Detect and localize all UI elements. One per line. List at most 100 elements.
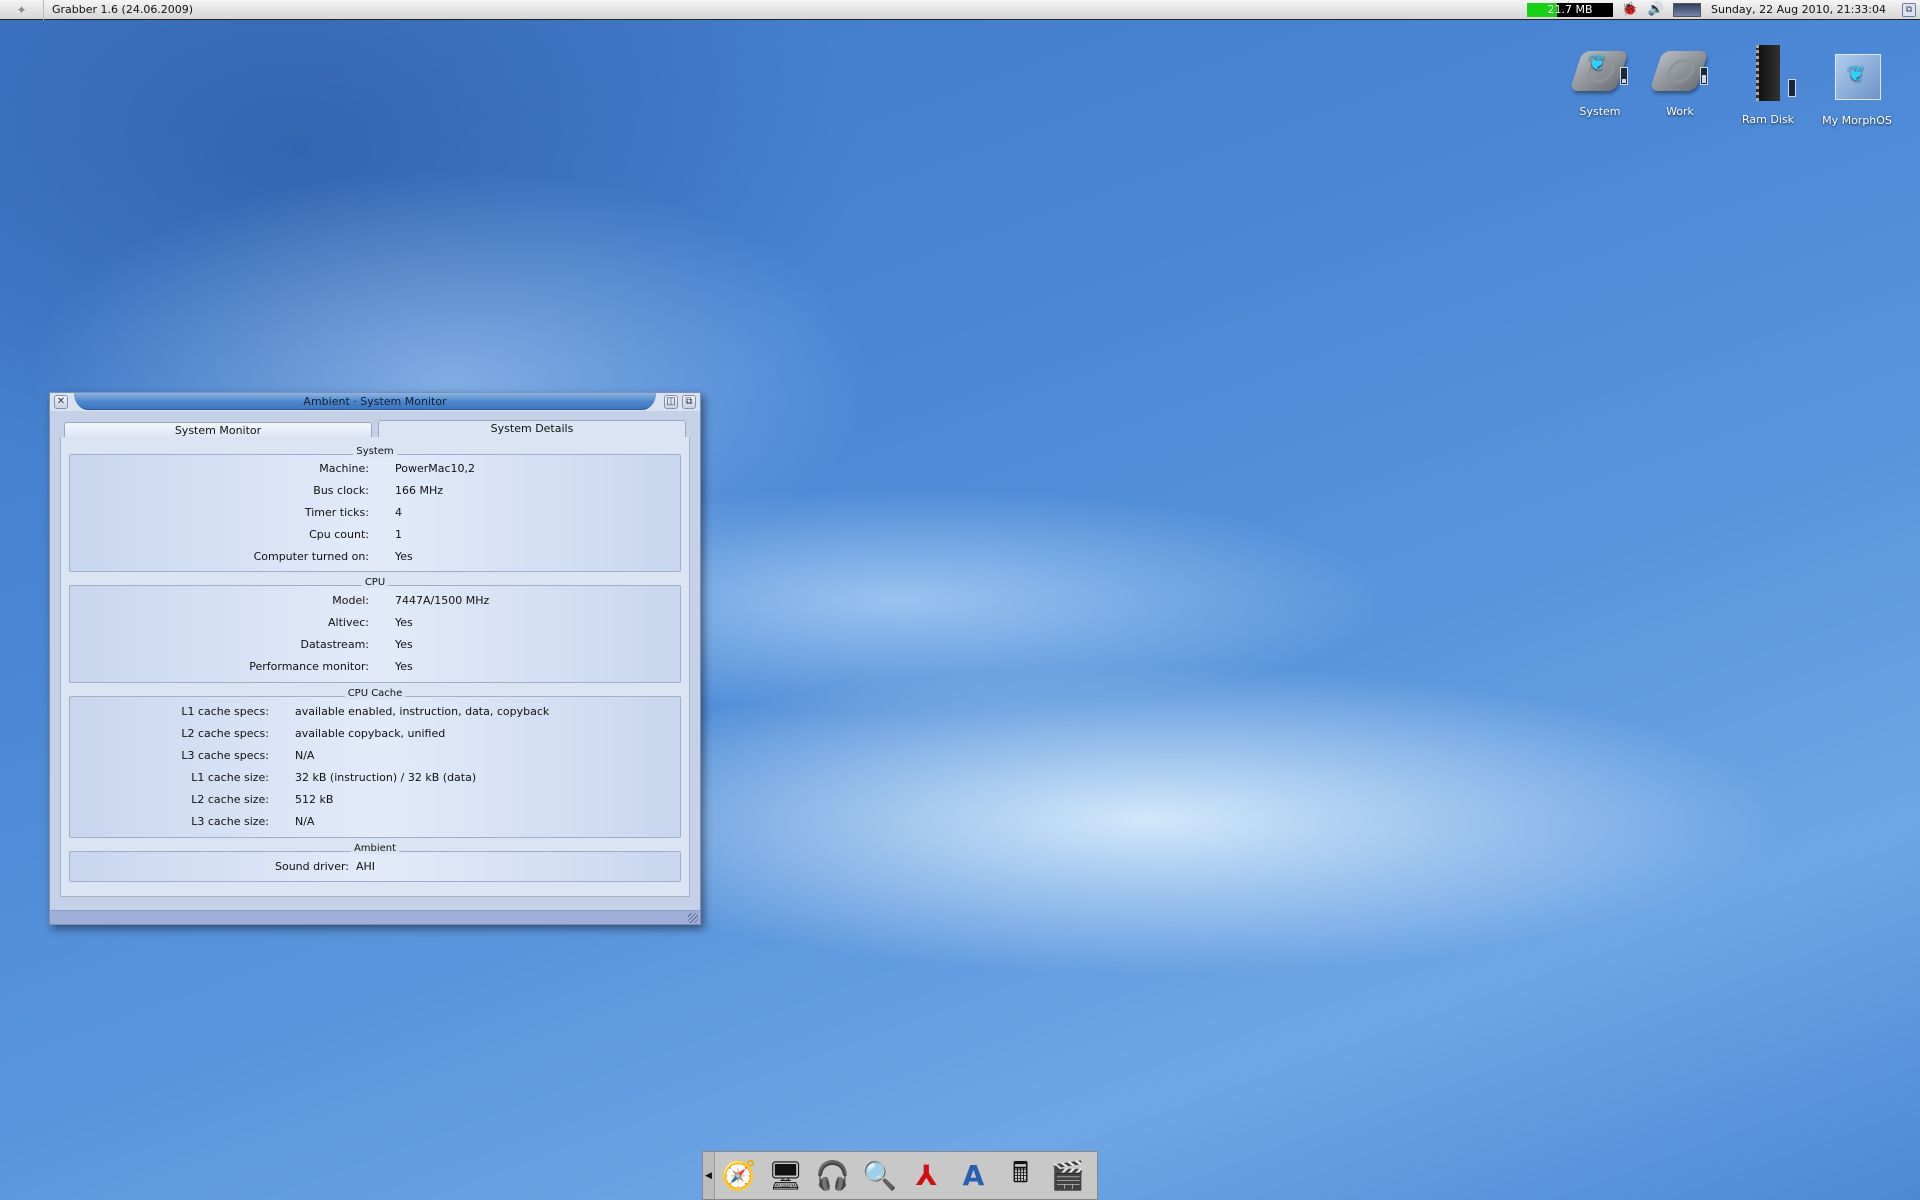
detail-value: 512 kB: [295, 793, 334, 806]
desktop-icon-label: System: [1579, 105, 1621, 118]
detail-row: Datastream: Yes: [70, 638, 680, 654]
cpu-graph: [1672, 2, 1701, 17]
zoom-button[interactable]: ◫: [664, 395, 678, 409]
detail-label: Timer ticks:: [304, 506, 369, 519]
detail-row: L3 cache size: N/A: [70, 815, 680, 831]
detail-value: Yes: [395, 660, 413, 673]
detail-label: L3 cache size:: [191, 815, 269, 828]
hex-search-icon[interactable]: 🔍: [856, 1152, 903, 1199]
depth-gadget-icon[interactable]: ⧉: [1902, 2, 1916, 17]
disk-usage-gauge: [1620, 67, 1628, 85]
depth-button[interactable]: ⧉: [682, 395, 696, 409]
detail-label: L2 cache specs:: [181, 727, 269, 740]
detail-label: Cpu count:: [309, 528, 369, 541]
desktop-icon-work[interactable]: Work: [1635, 45, 1725, 118]
resize-handle[interactable]: [688, 913, 698, 923]
video-player-icon[interactable]: 🎬: [1044, 1152, 1091, 1199]
detail-label: L3 cache specs:: [181, 749, 269, 762]
pdf-reader-icon[interactable]: ⅄: [903, 1152, 950, 1199]
browser-compass-icon[interactable]: 🧭: [715, 1152, 762, 1199]
group-system: System Machine: PowerMac10,2 Bus clock: 16…: [69, 446, 681, 572]
detail-value: 7447A/1500 MHz: [395, 594, 490, 607]
group-title: CPU Cache: [344, 688, 406, 699]
detail-row: Timer ticks: 4: [70, 506, 680, 522]
butterfly-icon: ❦: [1588, 51, 1607, 76]
group-title: CPU: [361, 577, 389, 588]
bug-icon[interactable]: 🐞: [1621, 2, 1639, 18]
desktop-icon-my-morphos[interactable]: ❦ My MorphOS: [1812, 50, 1902, 127]
tab-system-details[interactable]: System Details: [378, 420, 686, 438]
detail-row: Cpu count: 1: [70, 528, 680, 544]
butterfly-icon: ❦: [1847, 62, 1866, 87]
system-monitor-window: Ambient · System Monitor ✕ ◫ ⧉ System Mo…: [49, 392, 701, 925]
volume-icon[interactable]: 🔊: [1647, 2, 1665, 18]
detail-label: Bus clock:: [313, 484, 369, 497]
calculator-icon[interactable]: 🖩: [997, 1152, 1044, 1199]
zoom-icon: ◫: [666, 396, 676, 407]
detail-label: Datastream:: [300, 638, 369, 651]
detail-row: Performance monitor: Yes: [70, 660, 680, 676]
depth-icon: ⧉: [685, 396, 693, 407]
system-details-panel: System Machine: PowerMac10,2 Bus clock: 16…: [60, 437, 690, 897]
group-cpu-cache: CPU Cache L1 cache specs: available enabl…: [69, 688, 681, 838]
detail-label: L2 cache size:: [191, 793, 269, 806]
detail-value: PowerMac10,2: [395, 462, 476, 475]
atc-icon[interactable]: A: [950, 1152, 997, 1199]
detail-row: L2 cache specs: available copyback, unifi…: [70, 727, 680, 743]
clock: Sunday, 22 Aug 2010, 21:33:04: [1710, 3, 1886, 16]
detail-row: L1 cache size: 32 kB (instruction) / 32 k…: [70, 771, 680, 787]
close-button[interactable]: ✕: [54, 395, 68, 409]
detail-label: L1 cache size:: [191, 771, 269, 784]
screen-title: Grabber 1.6 (24.06.2009): [52, 3, 194, 16]
tab-system-monitor[interactable]: System Monitor: [64, 422, 372, 438]
detail-value: 166 MHz: [395, 484, 444, 497]
detail-label: Computer turned on:: [253, 550, 369, 563]
detail-value: 1: [395, 528, 402, 541]
dock-toggle-arrow-icon[interactable]: ◀: [703, 1152, 715, 1199]
detail-row: L3 cache specs: N/A: [70, 749, 680, 765]
disk-usage-gauge: [1788, 79, 1796, 97]
detail-label: Machine:: [319, 462, 369, 475]
detail-label: Altivec:: [328, 616, 369, 629]
memory-label: 21.7 MB: [1547, 3, 1593, 16]
desktop-icon-system[interactable]: ❦ System: [1555, 45, 1645, 118]
headphones-icon[interactable]: 🎧: [809, 1152, 856, 1199]
morphos-butterfly-icon[interactable]: ✦: [0, 0, 44, 20]
group-title: Ambient: [350, 843, 400, 854]
desktop-icon-label: Ram Disk: [1742, 113, 1794, 126]
detail-value: 4: [395, 506, 402, 519]
group-title: System: [353, 446, 397, 457]
group-cpu: CPU Model: 7447A/1500 MHz Altivec: Yes Dat…: [69, 577, 681, 683]
detail-value: AHI: [356, 860, 376, 873]
window-titlebar[interactable]: Ambient · System Monitor ✕ ◫ ⧉: [50, 393, 700, 411]
detail-value: Yes: [395, 616, 413, 629]
window-bottom-border: [50, 910, 700, 924]
detail-row: Machine: PowerMac10,2: [70, 462, 680, 478]
dock: ◀ 🧭 🖥 🎧 🔍 ⅄ A 🖩 🎬: [702, 1151, 1098, 1200]
detail-label: Model:: [332, 594, 369, 607]
detail-value: available copyback, unified: [295, 727, 446, 740]
close-icon: ✕: [56, 396, 66, 407]
detail-row: Model: 7447A/1500 MHz: [70, 594, 680, 610]
detail-label: Performance monitor:: [249, 660, 369, 673]
detail-row: Computer turned on: Yes: [70, 550, 680, 566]
desktop-icon-label: My MorphOS: [1822, 114, 1892, 127]
desktop-icon-label: Work: [1666, 105, 1694, 118]
detail-value: available enabled, instruction, data, co…: [295, 705, 550, 718]
ssh-terminal-icon[interactable]: 🖥: [762, 1152, 809, 1199]
detail-value: Yes: [395, 550, 413, 563]
detail-row: Bus clock: 166 MHz: [70, 484, 680, 500]
desktop-icon-ram-disk[interactable]: Ram Disk: [1723, 45, 1813, 126]
detail-value: N/A: [295, 749, 315, 762]
detail-row: L2 cache size: 512 kB: [70, 793, 680, 809]
disk-usage-gauge: [1700, 67, 1708, 85]
detail-label: Sound driver:: [274, 860, 349, 873]
window-title: Ambient · System Monitor: [303, 395, 447, 408]
memory-meter: 21.7 MB: [1526, 2, 1613, 17]
screenbar: ✦ Grabber 1.6 (24.06.2009) 21.7 MB 🐞 🔊 S…: [0, 0, 1920, 20]
detail-row: Sound driver: AHI: [70, 860, 680, 876]
tab-bar: System Monitor System Details: [64, 420, 686, 438]
detail-value: 32 kB (instruction) / 32 kB (data): [295, 771, 477, 784]
detail-label: L1 cache specs:: [181, 705, 269, 718]
detail-value: N/A: [295, 815, 315, 828]
